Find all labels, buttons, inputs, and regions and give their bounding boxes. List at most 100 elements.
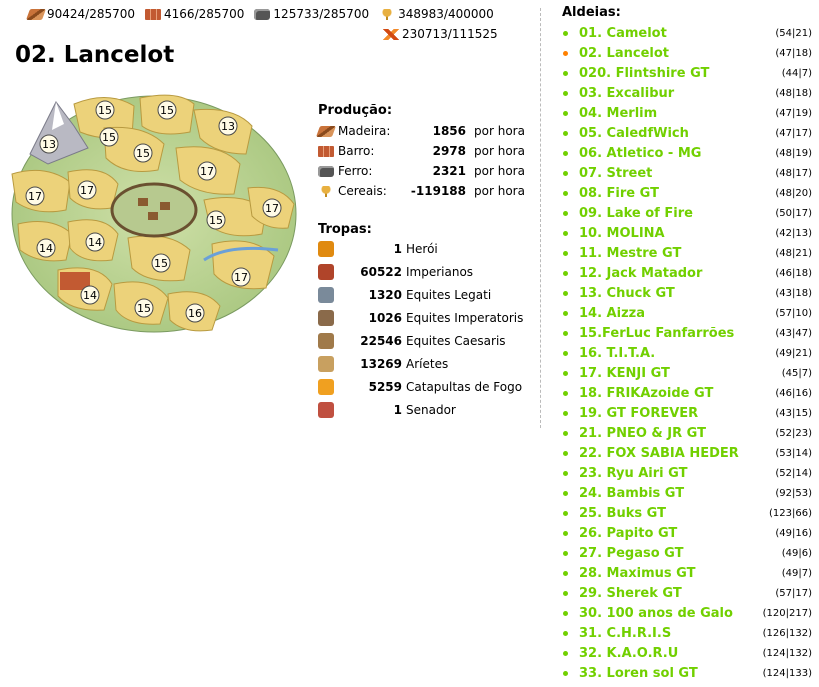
village-item[interactable]: 04. Merlim (47|19) [562,103,812,123]
village-link[interactable]: 05. CaledfWich [579,126,754,141]
village-item[interactable]: 16. T.I.T.A. (49|21) [562,343,812,363]
village-link[interactable]: 26. Papito GT [579,526,754,541]
clay-icon [145,8,162,20]
village-item[interactable]: 26. Papito GT (49|16) [562,523,812,543]
village-link[interactable]: 01. Camelot [579,26,754,41]
village-title: 02. Lancelot [15,42,175,68]
bullet-icon [563,110,568,116]
village-item[interactable]: 27. Pegaso GT (49|6) [562,543,812,563]
village-item[interactable]: 32. K.A.O.R.U (124|132) [562,643,812,663]
village-link[interactable]: 12. Jack Matador [579,266,754,281]
village-item[interactable]: 18. FRIKAzoide GT (46|16) [562,383,812,403]
village-item[interactable]: 30. 100 anos de Galo (120|217) [562,603,812,623]
village-link[interactable]: 21. PNEO & JR GT [579,426,754,441]
village-item[interactable]: 33. Loren sol GT (124|133) [562,663,812,683]
village-link[interactable]: 11. Mestre GT [579,246,754,261]
village-item[interactable]: 15.FerLuc Fanfarrões (43|47) [562,323,812,343]
village-link[interactable]: 31. C.H.R.I.S [579,626,754,641]
village-link[interactable]: 32. K.A.O.R.U [579,646,754,661]
village-item[interactable]: 29. Sherek GT (57|17) [562,583,812,603]
field-level: 15 [136,147,150,160]
village-link[interactable]: 10. MOLINA [579,226,754,241]
village-item[interactable]: 03. Excalibur (48|18) [562,83,812,103]
troop-count: 13269 [360,356,402,371]
village-item[interactable]: 05. CaledfWich (47|17) [562,123,812,143]
bullet-icon [563,310,568,316]
village-link[interactable]: 09. Lake of Fire [579,206,754,221]
troop-name: Herói [406,241,438,256]
village-link[interactable]: 13. Chuck GT [579,286,754,301]
village-coordinates: (126|132) [762,627,812,639]
village-item[interactable]: 25. Buks GT (123|66) [562,503,812,523]
village-item[interactable]: 01. Camelot (54|21) [562,23,812,43]
village-item[interactable]: 12. Jack Matador (46|18) [562,263,812,283]
village-link[interactable]: 15.FerLuc Fanfarrões [579,326,754,341]
village-item[interactable]: 020. Flintshire GT (44|7) [562,63,812,83]
wood-stock: 90424/285700 [25,7,135,21]
troop-name: Equites Imperatoris [406,310,524,325]
crop-stock: 348983/400000 [379,7,494,21]
village-item[interactable]: 22. FOX SABIA HEDER (53|14) [562,443,812,463]
village-item[interactable]: 08. Fire GT (48|20) [562,183,812,203]
village-link[interactable]: 27. Pegaso GT [579,546,754,561]
village-item[interactable]: 31. C.H.R.I.S (126|132) [562,623,812,643]
ram-icon [318,355,334,372]
production-value: -119188 [410,184,466,198]
village-link[interactable]: 17. KENJI GT [579,366,754,381]
production-value: 2978 [432,144,466,158]
bullet-icon [563,450,568,456]
troop-row: 5259 Catapultas de Fogo [318,375,523,398]
village-link[interactable]: 28. Maximus GT [579,566,754,581]
troop-name: Equites Legati [406,287,492,302]
village-item[interactable]: 02. Lancelot (47|18) [562,43,812,63]
village-link[interactable]: 25. Buks GT [579,506,754,521]
village-link[interactable]: 16. T.I.T.A. [579,346,754,361]
village-link[interactable]: 020. Flintshire GT [579,66,754,81]
village-link[interactable]: 02. Lancelot [579,46,754,61]
bullet-icon [563,30,568,36]
village-link[interactable]: 19. GT FOREVER [579,406,754,421]
bullet-icon [563,610,568,616]
village-item[interactable]: 10. MOLINA (42|13) [562,223,812,243]
village-coordinates: (48|19) [775,147,812,159]
village-link[interactable]: 07. Street [579,166,754,181]
crop-consumption-value: 230713/111525 [402,27,498,41]
village-link[interactable]: 03. Excalibur [579,86,754,101]
troop-row: 1026 Equites Imperatoris [318,306,523,329]
village-link[interactable]: 22. FOX SABIA HEDER [579,446,754,461]
village-item[interactable]: 09. Lake of Fire (50|17) [562,203,812,223]
village-item[interactable]: 14. Aizza (57|10) [562,303,812,323]
village-link[interactable]: 24. Bambis GT [579,486,754,501]
village-item[interactable]: 06. Atletico - MG (48|19) [562,143,812,163]
troop-row: 1320 Equites Legati [318,283,523,306]
field-level: 15 [209,214,223,227]
village-link[interactable]: 29. Sherek GT [579,586,754,601]
village-item[interactable]: 23. Ryu Airi GT (52|14) [562,463,812,483]
village-item[interactable]: 19. GT FOREVER (43|15) [562,403,812,423]
resource-row-bottom: 230713/111525 [28,24,548,44]
village-link[interactable]: 33. Loren sol GT [579,666,754,681]
village-item[interactable]: 13. Chuck GT (43|18) [562,283,812,303]
iron-icon [318,165,334,177]
bullet-icon [563,330,568,336]
village-link[interactable]: 30. 100 anos de Galo [579,606,754,621]
village-link[interactable]: 08. Fire GT [579,186,754,201]
resource-row-top: 90424/285700 4166/285700 125733/285700 3… [25,4,548,24]
village-item[interactable]: 21. PNEO & JR GT (52|23) [562,423,812,443]
bullet-icon [563,350,568,356]
village-link[interactable]: 23. Ryu Airi GT [579,466,754,481]
field-level: 14 [83,289,97,302]
bullet-icon [563,130,568,136]
village-link[interactable]: 14. Aizza [579,306,754,321]
village-item[interactable]: 17. KENJI GT (45|7) [562,363,812,383]
village-item[interactable]: 24. Bambis GT (92|53) [562,483,812,503]
village-link[interactable]: 06. Atletico - MG [579,146,754,161]
village-link[interactable]: 04. Merlim [579,106,754,121]
village-item[interactable]: 28. Maximus GT (49|7) [562,563,812,583]
village-item[interactable]: 11. Mestre GT (48|21) [562,243,812,263]
village-item[interactable]: 07. Street (48|17) [562,163,812,183]
map-illustration: 15 15 13 13 15 15 17 17 17 17 15 14 14 1… [11,94,297,333]
bullet-icon [563,410,568,416]
village-link[interactable]: 18. FRIKAzoide GT [579,386,754,401]
hero-icon [318,240,334,257]
